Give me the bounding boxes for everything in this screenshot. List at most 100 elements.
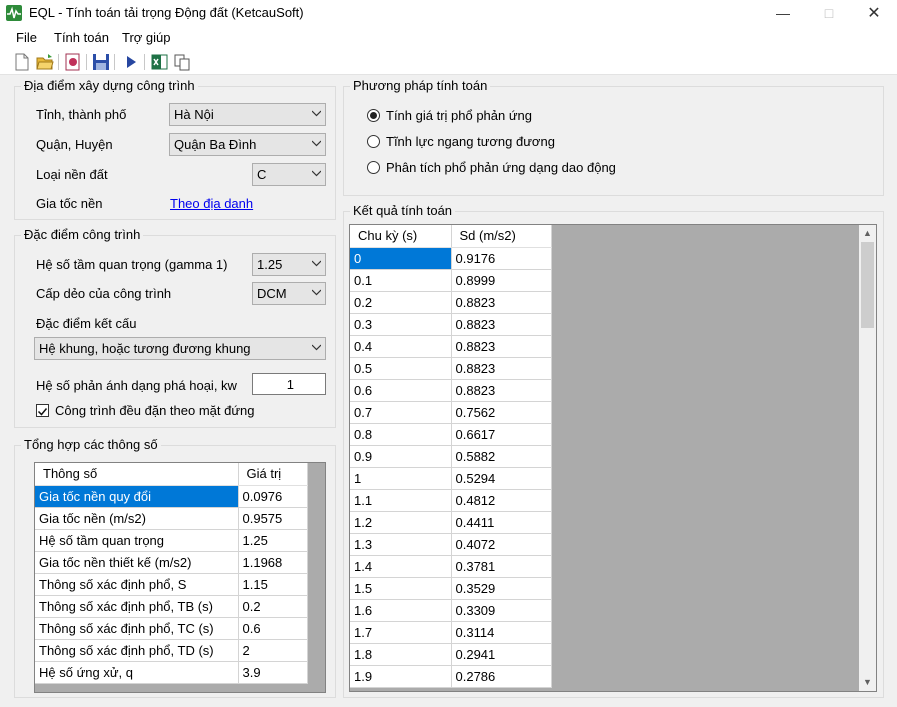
- period-cell[interactable]: 1.7: [350, 621, 452, 644]
- sd-cell[interactable]: 0.3309: [451, 599, 552, 622]
- table-row[interactable]: Thông số xác định phổ, S 1.15: [35, 573, 308, 596]
- table-row[interactable]: 1.8 0.2941: [350, 643, 552, 666]
- table-row[interactable]: 0.3 0.8823: [350, 313, 552, 336]
- close-button[interactable]: ✕: [851, 0, 897, 27]
- sd-cell[interactable]: 0.4812: [451, 489, 552, 512]
- value-cell[interactable]: 0.0976: [238, 485, 308, 508]
- value-cell[interactable]: 2: [238, 639, 308, 662]
- sd-cell[interactable]: 0.7562: [451, 401, 552, 424]
- table-row[interactable]: 1.5 0.3529: [350, 577, 552, 600]
- column-header-period[interactable]: Chu kỳ (s): [350, 225, 452, 248]
- parameter-cell[interactable]: Gia tốc nền (m/s2): [35, 507, 239, 530]
- sd-cell[interactable]: 0.8823: [451, 291, 552, 314]
- kw-input[interactable]: 1: [252, 373, 326, 395]
- new-file-icon[interactable]: [14, 53, 32, 71]
- period-cell[interactable]: 0.7: [350, 401, 452, 424]
- value-cell[interactable]: 0.6: [238, 617, 308, 640]
- sd-cell[interactable]: 0.5294: [451, 467, 552, 490]
- sd-cell[interactable]: 0.8823: [451, 335, 552, 358]
- value-cell[interactable]: 0.2: [238, 595, 308, 618]
- table-row[interactable]: 1.6 0.3309: [350, 599, 552, 622]
- parameter-cell[interactable]: Hệ số tầm quan trọng: [35, 529, 239, 552]
- ductility-select[interactable]: DCM: [252, 282, 326, 305]
- table-row[interactable]: 0.1 0.8999: [350, 269, 552, 292]
- table-row[interactable]: 1.3 0.4072: [350, 533, 552, 556]
- parameter-cell[interactable]: Hệ số ứng xử, q: [35, 661, 239, 684]
- scrollbar-thumb[interactable]: [861, 242, 874, 328]
- table-row[interactable]: 0.5 0.8823: [350, 357, 552, 380]
- period-cell[interactable]: 1.3: [350, 533, 452, 556]
- value-cell[interactable]: 0.9575: [238, 507, 308, 530]
- table-row[interactable]: 0.8 0.6617: [350, 423, 552, 446]
- sd-cell[interactable]: 0.8823: [451, 379, 552, 402]
- period-cell[interactable]: 0.8: [350, 423, 452, 446]
- sd-cell[interactable]: 0.6617: [451, 423, 552, 446]
- table-row[interactable]: 1.7 0.3114: [350, 621, 552, 644]
- district-select[interactable]: Quận Ba Đình: [169, 133, 326, 156]
- method-option-label[interactable]: Phân tích phổ phản ứng dạng dao động: [386, 160, 616, 175]
- period-cell[interactable]: 1.4: [350, 555, 452, 578]
- table-row[interactable]: 0.2 0.8823: [350, 291, 552, 314]
- save-icon[interactable]: [92, 53, 110, 71]
- table-row[interactable]: 1.4 0.3781: [350, 555, 552, 578]
- parameter-cell[interactable]: Thông số xác định phổ, S: [35, 573, 239, 596]
- parameter-cell[interactable]: Thông số xác định phổ, TB (s): [35, 595, 239, 618]
- sd-cell[interactable]: 0.4072: [451, 533, 552, 556]
- table-row[interactable]: Hệ số tầm quan trọng 1.25: [35, 529, 308, 552]
- province-select[interactable]: Hà Nội: [169, 103, 326, 126]
- excel-icon[interactable]: [151, 53, 169, 71]
- value-cell[interactable]: 3.9: [238, 661, 308, 684]
- maximize-button[interactable]: □: [806, 0, 852, 27]
- table-row[interactable]: 1.9 0.2786: [350, 665, 552, 688]
- sd-cell[interactable]: 0.8823: [451, 357, 552, 380]
- results-table[interactable]: Chu kỳ (s) Sd (m/s2) 0 0.9176 0.1 0.8999 0…: [349, 224, 877, 692]
- menu-file[interactable]: File: [16, 30, 37, 45]
- table-row[interactable]: Gia tốc nền thiết kế (m/s2) 1.1968: [35, 551, 308, 574]
- table-row[interactable]: 0.7 0.7562: [350, 401, 552, 424]
- table-row[interactable]: Thông số xác định phổ, TD (s) 2: [35, 639, 308, 662]
- value-cell[interactable]: 1.25: [238, 529, 308, 552]
- sd-cell[interactable]: 0.2786: [451, 665, 552, 688]
- structure-select[interactable]: Hệ khung, hoặc tương đương khung: [34, 337, 326, 360]
- menu-calculate[interactable]: Tính toán: [54, 30, 109, 45]
- period-cell[interactable]: 0.1: [350, 269, 452, 292]
- column-header-parameter[interactable]: Thông số: [35, 463, 239, 486]
- period-cell[interactable]: 1.9: [350, 665, 452, 688]
- soil-select[interactable]: C: [252, 163, 326, 186]
- sd-cell[interactable]: 0.3529: [451, 577, 552, 600]
- period-cell[interactable]: 1.8: [350, 643, 452, 666]
- scroll-down-icon[interactable]: ▼: [859, 674, 876, 691]
- method-radio-modal-analysis[interactable]: [367, 161, 380, 174]
- parameter-cell[interactable]: Thông số xác định phổ, TC (s): [35, 617, 239, 640]
- sd-cell[interactable]: 0.4411: [451, 511, 552, 534]
- regular-checkbox[interactable]: [36, 404, 49, 417]
- method-option-label[interactable]: Tĩnh lực ngang tương đương: [386, 134, 555, 149]
- method-radio-equivalent-static[interactable]: [367, 135, 380, 148]
- table-row[interactable]: 1.1 0.4812: [350, 489, 552, 512]
- results-scrollbar[interactable]: ▲ ▼: [859, 225, 876, 691]
- table-row[interactable]: 0.6 0.8823: [350, 379, 552, 402]
- parameter-cell[interactable]: Gia tốc nền thiết kế (m/s2): [35, 551, 239, 574]
- table-row[interactable]: Gia tốc nền (m/s2) 0.9575: [35, 507, 308, 530]
- column-header-sd[interactable]: Sd (m/s2): [451, 225, 552, 248]
- column-header-value[interactable]: Giá trị: [238, 463, 308, 486]
- report-icon[interactable]: [64, 53, 82, 71]
- period-cell[interactable]: 1.6: [350, 599, 452, 622]
- period-cell[interactable]: 1.2: [350, 511, 452, 534]
- summary-table[interactable]: Thông số Giá trị Gia tốc nền quy đổi 0.09…: [34, 462, 326, 693]
- accel-by-location-link[interactable]: Theo địa danh: [170, 196, 253, 211]
- sd-cell[interactable]: 0.3781: [451, 555, 552, 578]
- table-row[interactable]: 0 0.9176: [350, 247, 552, 270]
- menu-help[interactable]: Trợ giúp: [122, 30, 171, 45]
- period-cell[interactable]: 1.1: [350, 489, 452, 512]
- parameter-cell[interactable]: Thông số xác định phổ, TD (s): [35, 639, 239, 662]
- table-row[interactable]: 1 0.5294: [350, 467, 552, 490]
- table-row[interactable]: Hệ số ứng xử, q 3.9: [35, 661, 308, 684]
- period-cell[interactable]: 0.9: [350, 445, 452, 468]
- value-cell[interactable]: 1.15: [238, 573, 308, 596]
- period-cell[interactable]: 1: [350, 467, 452, 490]
- sd-cell[interactable]: 0.5882: [451, 445, 552, 468]
- sd-cell[interactable]: 0.2941: [451, 643, 552, 666]
- copy-icon[interactable]: [173, 53, 191, 71]
- minimize-button[interactable]: —: [760, 0, 806, 27]
